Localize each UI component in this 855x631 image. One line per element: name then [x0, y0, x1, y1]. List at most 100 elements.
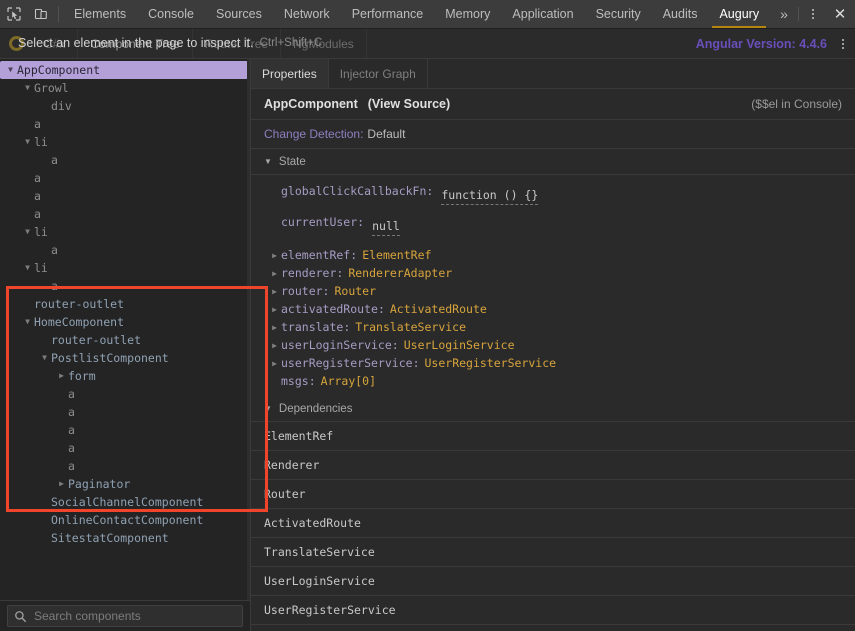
- augury-tab-list: C#x Component Tree Router Tree NgModules: [32, 29, 367, 58]
- tab-properties[interactable]: Properties: [251, 59, 329, 88]
- state-property-userLoginService[interactable]: ▶ userLoginService: UserLoginService: [251, 336, 855, 354]
- tree-node-growl[interactable]: ▼ Growl: [0, 79, 250, 97]
- tree-node-label: div: [51, 99, 72, 113]
- augury-menu-icon[interactable]: [831, 29, 855, 58]
- tab-sources[interactable]: Sources: [205, 0, 273, 28]
- dependency-name: UserRegisterService: [264, 603, 396, 617]
- dependencies-section-header[interactable]: ▼ Dependencies: [251, 396, 855, 422]
- state-key-colon: :: [308, 374, 316, 388]
- device-toolbar-icon[interactable]: [27, 0, 54, 28]
- state-property-value: UserRegisterService: [424, 356, 557, 370]
- tree-node-a[interactable]: a: [0, 439, 250, 457]
- tree-node-form[interactable]: ▶ form: [0, 367, 250, 385]
- augury-tab-component-tree[interactable]: Component Tree: [78, 29, 193, 58]
- tree-scrollbar[interactable]: [247, 59, 250, 600]
- augury-tab-cx[interactable]: C#x: [32, 29, 79, 58]
- chevron-down-icon[interactable]: ▼: [21, 264, 34, 272]
- augury-logo-icon: [0, 29, 32, 58]
- tab-memory[interactable]: Memory: [434, 0, 501, 28]
- chevron-down-icon[interactable]: ▼: [38, 354, 51, 362]
- tree-node-label: a: [51, 243, 58, 257]
- tree-node-appcomponent[interactable]: ▼ AppComponent: [0, 61, 248, 79]
- tree-node-a[interactable]: a: [0, 277, 250, 295]
- chevron-right-icon[interactable]: ▶: [268, 251, 281, 260]
- tree-node-paginator[interactable]: ▶ Paginator: [0, 475, 250, 493]
- tree-node-label: a: [34, 171, 41, 185]
- view-source-link[interactable]: (View Source): [368, 97, 450, 111]
- tab-console[interactable]: Console: [137, 0, 205, 28]
- chevron-right-icon[interactable]: ▶: [268, 341, 281, 350]
- state-property-renderer[interactable]: ▶ renderer: RendererAdapter: [251, 264, 855, 282]
- chevron-right-icon[interactable]: ▶: [268, 287, 281, 296]
- search-box[interactable]: [7, 605, 243, 627]
- chevron-down-icon[interactable]: ▼: [21, 84, 34, 92]
- state-property-value: Array[0]: [320, 374, 377, 388]
- tab-augury[interactable]: Augury: [708, 0, 770, 28]
- tree-node-a[interactable]: a: [0, 151, 250, 169]
- tab-application[interactable]: Application: [501, 0, 584, 28]
- state-property-elementRef[interactable]: ▶ elementRef: ElementRef: [251, 246, 855, 264]
- tree-node-a[interactable]: a: [0, 403, 250, 421]
- devtools-menu-icon[interactable]: [801, 0, 825, 28]
- state-property-value[interactable]: null: [372, 219, 400, 236]
- tree-node-a[interactable]: a: [0, 169, 250, 187]
- tab-elements[interactable]: Elements: [63, 0, 137, 28]
- tab-audits[interactable]: Audits: [652, 0, 709, 28]
- chevron-right-icon[interactable]: ▶: [268, 323, 281, 332]
- tree-node-postlistcomponent[interactable]: ▼ PostlistComponent: [0, 349, 250, 367]
- chevron-right-icon[interactable]: ▶: [268, 305, 281, 314]
- state-property-translate[interactable]: ▶ translate: TranslateService: [251, 318, 855, 336]
- tree-node-a[interactable]: a: [0, 385, 250, 403]
- tree-node-li[interactable]: ▼ li: [0, 223, 250, 241]
- augury-tab-router-tree[interactable]: Router Tree: [193, 29, 282, 58]
- tree-node-li[interactable]: ▼ li: [0, 133, 250, 151]
- tab-network[interactable]: Network: [273, 0, 341, 28]
- more-tabs-icon[interactable]: »: [770, 0, 796, 28]
- tab-injector-graph[interactable]: Injector Graph: [329, 59, 428, 88]
- component-search-bar: [0, 600, 250, 631]
- augury-tab-ngmodules[interactable]: NgModules: [281, 29, 367, 58]
- state-section-header[interactable]: ▼ State: [251, 149, 855, 175]
- state-property-currentUser: currentUser: null: [251, 215, 855, 246]
- tab-performance[interactable]: Performance: [341, 0, 435, 28]
- chevron-right-icon[interactable]: ▶: [268, 359, 281, 368]
- tree-node-label: HomeComponent: [34, 315, 125, 329]
- chevron-down-icon[interactable]: ▼: [21, 138, 34, 146]
- state-property-value[interactable]: function () {}: [441, 188, 539, 205]
- dependency-name: ActivatedRoute: [264, 516, 361, 530]
- chevron-right-icon[interactable]: ▶: [268, 269, 281, 278]
- tree-node-onlinecontactcomponent[interactable]: OnlineContactComponent: [0, 511, 250, 529]
- state-property-key: activatedRoute: [281, 302, 378, 316]
- tree-node-a[interactable]: a: [0, 241, 250, 259]
- state-property-router[interactable]: ▶ router: Router: [251, 282, 855, 300]
- tab-security[interactable]: Security: [585, 0, 652, 28]
- state-property-userRegisterService[interactable]: ▶ userRegisterService: UserRegisterService: [251, 354, 855, 372]
- tree-node-label: Growl: [34, 81, 69, 95]
- search-input[interactable]: [32, 608, 236, 624]
- tree-node-homecomponent[interactable]: ▼ HomeComponent: [0, 313, 250, 331]
- tree-node-a[interactable]: a: [0, 421, 250, 439]
- tree-node-sitestatcomponent[interactable]: SitestatComponent: [0, 529, 250, 547]
- tree-node-a[interactable]: a: [0, 187, 250, 205]
- inspect-element-icon[interactable]: [0, 0, 27, 28]
- tree-node-a[interactable]: a: [0, 115, 250, 133]
- chevron-right-icon[interactable]: ▶: [55, 372, 68, 380]
- tree-node-router-outlet[interactable]: router-outlet: [0, 331, 250, 349]
- chevron-right-icon[interactable]: ▶: [55, 480, 68, 488]
- chevron-down-icon[interactable]: ▼: [21, 318, 34, 326]
- tree-node-a[interactable]: a: [0, 457, 250, 475]
- tree-node-socialchannelcomponent[interactable]: SocialChannelComponent: [0, 493, 250, 511]
- dependencies-list: ElementRef Renderer Router ActivatedRoute Tr…: [251, 422, 855, 631]
- state-key-colon: :: [322, 284, 330, 298]
- chevron-down-icon[interactable]: ▼: [21, 228, 34, 236]
- tree-node-div[interactable]: div: [0, 97, 250, 115]
- close-icon[interactable]: ✕: [825, 0, 855, 28]
- tree-node-a[interactable]: a: [0, 205, 250, 223]
- tree-node-li[interactable]: ▼ li: [0, 259, 250, 277]
- component-tree-list[interactable]: ▼ AppComponent ▼ Growl div a ▼ li a a a a ▼ li a ▼ li a ro…: [0, 59, 250, 600]
- chevron-down-icon[interactable]: ▼: [4, 66, 17, 74]
- tree-node-router-outlet[interactable]: router-outlet: [0, 295, 250, 313]
- state-property-activatedRoute[interactable]: ▶ activatedRoute: ActivatedRoute: [251, 300, 855, 318]
- tree-node-label: AppComponent: [17, 63, 101, 77]
- state-property-msgs[interactable]: ▶msgs:Array[0]: [251, 372, 855, 390]
